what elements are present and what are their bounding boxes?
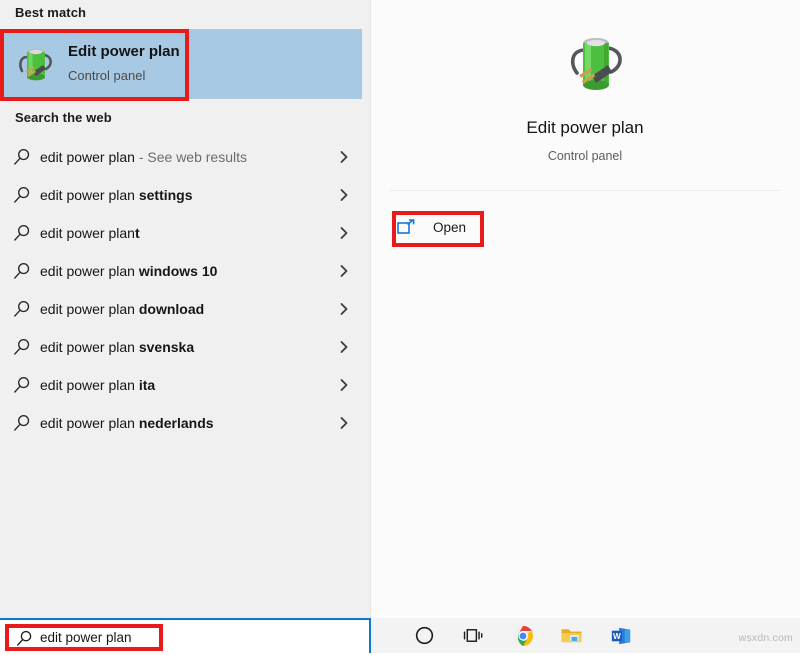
best-match-text: Edit power plan Control panel [68,42,338,85]
web-suggestion-row[interactable]: edit power plan - See web results [0,138,362,176]
preview-subtitle: Control panel [547,149,623,163]
web-suggestion-row[interactable]: edit power plan svenska [0,328,362,366]
chrome-icon[interactable] [498,618,547,653]
chevron-right-icon [336,339,352,355]
search-icon [13,148,31,166]
taskbar-search-input[interactable]: edit power plan [0,618,371,653]
cortana-icon[interactable] [400,618,449,653]
web-suggestion-row[interactable]: edit power plan windows 10 [0,252,362,290]
web-suggestion-label: edit power plan windows 10 [40,263,218,279]
preview-divider [390,190,780,191]
best-match-header: Best match [15,5,87,20]
preview-title: Edit power plan [526,118,644,137]
chevron-right-icon [336,415,352,431]
search-icon [13,376,31,394]
chevron-right-icon [336,225,352,241]
search-icon [13,414,31,432]
task-view-icon[interactable] [449,618,498,653]
web-suggestion-row[interactable]: edit power plan download [0,290,362,328]
search-icon [16,630,33,647]
chevron-right-icon [336,377,352,393]
best-match-title: Edit power plan [68,43,180,60]
start-menu-search-screen: Best match Edit power plan Control panel… [0,0,800,653]
taskbar-search-value: edit power plan [40,630,132,645]
svg-text:W: W [612,631,620,640]
search-icon [13,224,31,242]
web-suggestion-label: edit power plan settings [40,187,193,203]
search-icon [13,300,31,318]
search-icon [13,262,31,280]
web-suggestion-row[interactable]: edit power plant [0,214,362,252]
open-external-icon [397,219,415,235]
web-suggestion-list: edit power plan - See web results edit po… [0,138,370,442]
best-match-result-edit-power-plan[interactable]: Edit power plan Control panel [0,29,362,99]
chevron-right-icon [336,263,352,279]
word-icon[interactable]: W [596,618,645,653]
file-explorer-icon[interactable] [547,618,596,653]
chevron-right-icon [336,187,352,203]
web-suggestion-row[interactable]: edit power plan settings [0,176,362,214]
power-plan-battery-icon-large [565,30,627,104]
search-results-pane: Best match Edit power plan Control panel… [0,0,370,618]
search-icon [13,338,31,356]
taskbar-icon-strip: W [400,618,645,653]
web-suggestion-label: edit power plan svenska [40,339,195,355]
best-match-subtitle: Control panel [68,68,146,83]
web-suggestion-label: edit power plan ita [40,377,156,393]
open-button[interactable]: Open [392,211,480,243]
web-suggestion-row[interactable]: edit power plan ita [0,366,362,404]
web-suggestion-label: edit power plan nederlands [40,415,214,431]
watermark: wsxdn.com [738,632,793,644]
search-icon [13,186,31,204]
chevron-right-icon [336,301,352,317]
power-plan-battery-icon [13,41,59,87]
search-the-web-header: Search the web [15,110,112,125]
web-suggestion-label: edit power plant [40,225,140,241]
open-button-label: Open [433,219,467,235]
chevron-right-icon [336,149,352,165]
web-suggestion-label: edit power plan download [40,301,205,317]
web-suggestion-row[interactable]: edit power plan nederlands [0,404,362,442]
search-flyout: Best match Edit power plan Control panel… [0,0,800,618]
web-suggestion-label: edit power plan - See web results [40,149,248,165]
